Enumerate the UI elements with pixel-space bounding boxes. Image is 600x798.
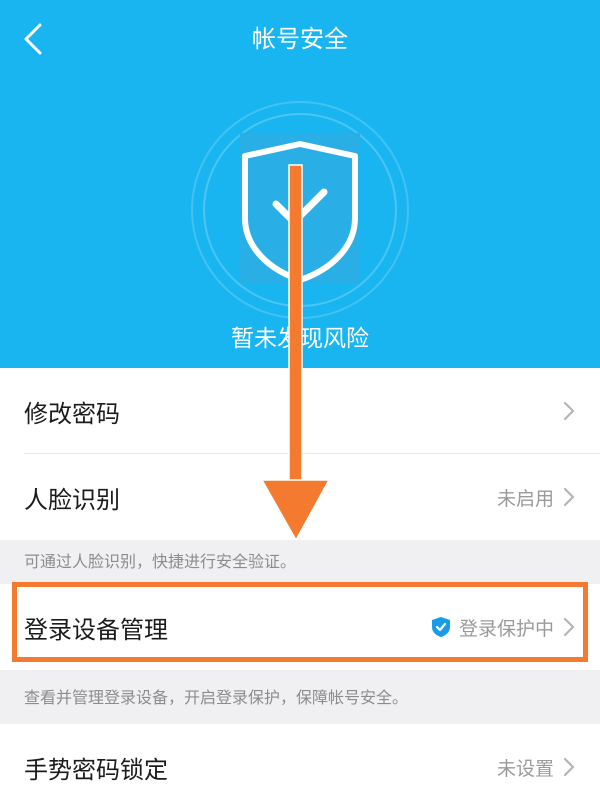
header: 帐号安全 暂未发现风险: [0, 0, 600, 368]
face-recognition-row[interactable]: 人脸识别 未启用: [0, 454, 600, 540]
shield-badge-icon: [431, 617, 450, 637]
device-management-label: 登录设备管理: [24, 615, 168, 644]
face-recognition-status: 未启用: [496, 487, 554, 510]
chevron-right-icon: [563, 487, 575, 507]
gesture-lock-status: 未设置: [496, 757, 554, 780]
device-management-row[interactable]: 登录设备管理 登录保护中: [0, 584, 600, 670]
shield-check-icon: [191, 101, 409, 319]
change-password-label: 修改密码: [24, 399, 120, 428]
page-title: 帐号安全: [252, 25, 348, 53]
device-management-note: 查看并管理登录设备，开启登录保护，保障帐号安全。: [24, 688, 409, 707]
security-status-text: 暂未发现风险: [231, 326, 369, 352]
chevron-right-icon: [563, 401, 575, 421]
face-recognition-note: 可通过人脸识别，快捷进行安全验证。: [24, 552, 297, 571]
device-protection-status: 登录保护中: [458, 617, 554, 640]
face-recognition-label: 人脸识别: [24, 485, 120, 514]
chevron-right-icon: [563, 617, 575, 637]
gesture-lock-label: 手势密码锁定: [24, 755, 168, 784]
security-status-graphic: [190, 100, 410, 320]
gesture-lock-row[interactable]: 手势密码锁定 未设置: [0, 724, 600, 798]
settings-list: 修改密码 人脸识别 未启用 可通过人脸识别，快捷进行安全验证。 登录设备管理 登…: [0, 368, 600, 798]
change-password-row[interactable]: 修改密码: [0, 368, 600, 454]
chevron-right-icon: [563, 757, 575, 777]
